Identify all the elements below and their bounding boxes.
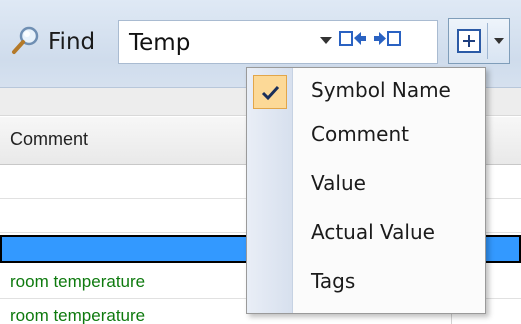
menu-item-actual-value[interactable]: Actual Value (247, 212, 485, 256)
menu-item-comment[interactable]: Comment (247, 114, 485, 158)
menu-item-label: Comment (311, 122, 409, 146)
combo-dropdown-icon[interactable] (320, 37, 332, 44)
menu-item-label: Symbol Name (311, 78, 451, 102)
find-previous-icon[interactable] (338, 28, 368, 50)
find-label: Find (48, 29, 96, 55)
find-next-icon[interactable] (372, 28, 402, 50)
menu-item-label: Actual Value (311, 220, 435, 244)
checkmark-icon (253, 75, 287, 109)
expand-icon[interactable] (457, 29, 481, 53)
column-chooser-menu: Symbol Name Comment Value Actual Value T… (246, 67, 486, 314)
menu-item-label: Tags (311, 269, 356, 293)
comment-cell: room temperature (10, 272, 146, 291)
menu-item-value[interactable]: Value (247, 163, 485, 207)
menu-item-label: Value (311, 171, 366, 195)
expand-split-button[interactable] (448, 18, 510, 64)
menu-item-symbol-name[interactable]: Symbol Name (247, 70, 485, 114)
find-button[interactable]: Find (10, 20, 116, 64)
search-value: Temp (129, 30, 191, 56)
column-header-label: Comment (10, 129, 89, 149)
search-icon (10, 24, 42, 60)
split-dropdown-icon[interactable] (494, 38, 504, 44)
split-divider (487, 23, 488, 59)
menu-item-tags[interactable]: Tags (247, 261, 485, 305)
comment-cell: room temperature (10, 306, 146, 324)
